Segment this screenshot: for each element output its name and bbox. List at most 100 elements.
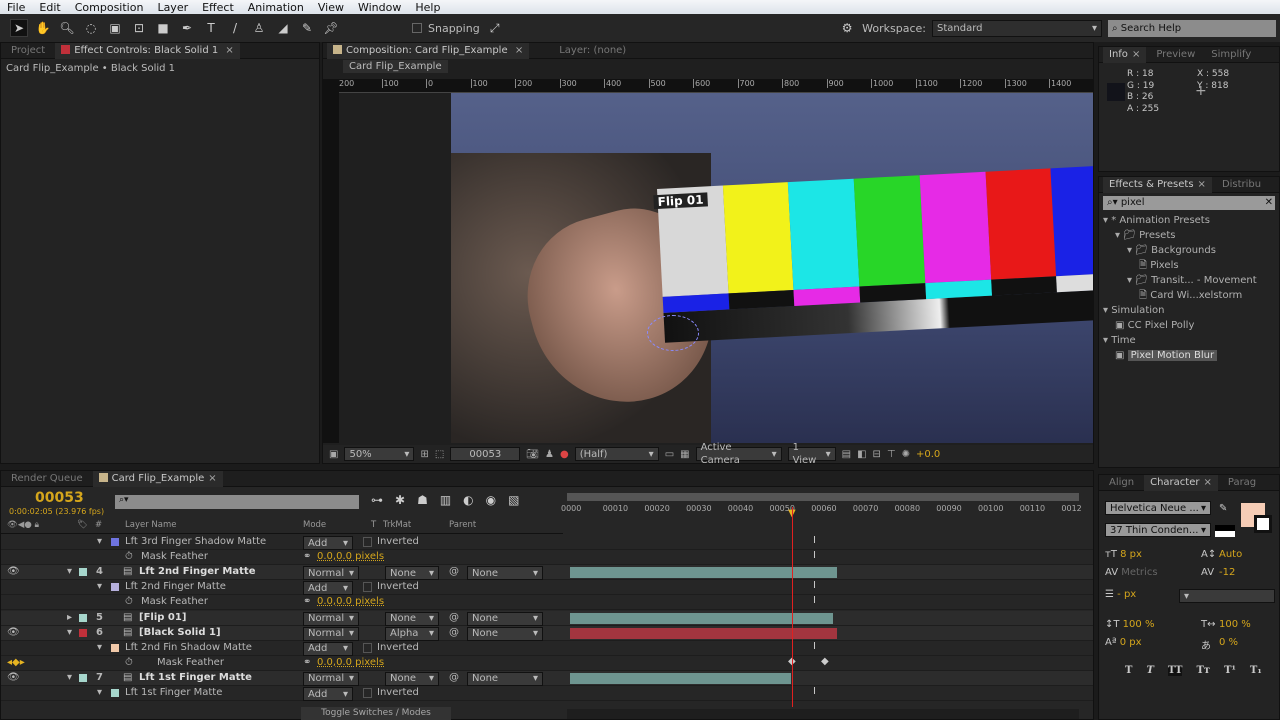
header-trkmat[interactable]: TrkMat <box>383 520 411 530</box>
mask-mode-dropdown[interactable]: Add ▾ <box>303 641 353 656</box>
channels-icon[interactable]: ● <box>560 449 569 460</box>
roto-brush-tool-icon[interactable]: ✎ <box>298 19 316 37</box>
effects-search-input[interactable]: ⌕▾ pixel ✕ <box>1103 196 1275 210</box>
search-help-input[interactable]: ⌕ Search Help <box>1108 19 1276 37</box>
eraser-tool-icon[interactable]: ◢ <box>274 19 292 37</box>
mask-color[interactable] <box>111 583 119 592</box>
close-icon[interactable]: × <box>1198 179 1206 190</box>
parent-dropdown[interactable]: None ▾ <box>467 671 543 686</box>
mask-color[interactable] <box>111 689 119 697</box>
close-icon[interactable]: × <box>1132 49 1140 60</box>
tab-timeline-comp[interactable]: Card Flip_Example × <box>92 470 223 487</box>
exposure-icon[interactable]: ✺ <box>902 449 910 460</box>
snapping-checkbox[interactable] <box>412 23 422 33</box>
tab-paragraph[interactable]: Parag <box>1222 475 1262 491</box>
toggle-pixel-aspect-icon[interactable]: ▤ <box>842 449 851 460</box>
mask-name[interactable]: Lft 3rd Finger Shadow Matte <box>125 536 266 547</box>
parent-dropdown[interactable]: None ▾ <box>467 626 543 641</box>
inverted-checkbox[interactable] <box>363 582 372 593</box>
effects-tree-item[interactable]: ▾ Simulation <box>1099 303 1279 318</box>
zoom-tool-icon[interactable]: 🔍︎ <box>58 19 76 37</box>
label-color[interactable] <box>79 628 87 637</box>
tsume-value[interactable]: 0 % <box>1219 637 1238 648</box>
all-caps-button[interactable]: TT <box>1167 665 1183 676</box>
eye-icon[interactable]: 👁︎ <box>7 566 20 577</box>
eye-icon[interactable]: 👁︎ <box>7 672 20 683</box>
layer-row[interactable]: ▸ 5 ▤ [Flip 01] Normal ▾ None ▾ @ None ▾ <box>1 610 1093 626</box>
layer-row[interactable]: ⏱ Mask Feather ⚭ 0.0,0.0 pixels I <box>1 595 1093 611</box>
effects-tree-item[interactable]: ▾ 📁︎ Transit... - Movement <box>1099 273 1279 288</box>
toggle-switches-modes-button[interactable]: Toggle Switches / Modes <box>301 707 451 720</box>
leading-value[interactable]: Auto <box>1219 549 1242 560</box>
twirl-icon[interactable]: ▾ <box>97 536 102 547</box>
menu-edit[interactable]: Edit <box>32 1 67 14</box>
tab-distribute[interactable]: Distribu <box>1216 177 1267 193</box>
layer-name[interactable]: [Flip 01] <box>139 612 186 623</box>
timeline-timecode[interactable]: 00053 <box>35 490 84 506</box>
menu-animation[interactable]: Animation <box>241 1 311 14</box>
eye-icon[interactable]: 👁︎ <box>7 627 20 638</box>
magnification-dropdown[interactable]: 50% ▾ <box>344 447 415 461</box>
rectangle-tool-icon[interactable]: ■ <box>154 19 172 37</box>
header-parent[interactable]: Parent <box>449 520 476 530</box>
mask-mode-dropdown[interactable]: Add ▾ <box>303 581 353 596</box>
vertical-scale-value[interactable]: 100 % <box>1123 619 1155 630</box>
layer-row[interactable]: ▾ Lft 2nd Finger Matte Add ▾ Inverted I <box>1 580 1093 596</box>
black-white-swatch[interactable] <box>1215 525 1235 537</box>
mask-color[interactable] <box>111 643 119 652</box>
mask-mode-dropdown[interactable]: Add ▾ <box>303 536 353 550</box>
clear-search-icon[interactable]: ✕ <box>1265 196 1273 210</box>
puppet-pin-tool-icon[interactable]: 📌︎ <box>322 19 340 37</box>
tab-render-queue[interactable]: Render Queue <box>5 471 89 487</box>
shy-layers-icon[interactable]: ☗ <box>417 493 428 507</box>
mask-mode-dropdown[interactable]: Add ▾ <box>303 687 353 701</box>
font-size-value[interactable]: 8 px <box>1120 549 1142 560</box>
draft-3d-icon[interactable]: ✱ <box>395 493 405 507</box>
property-value[interactable]: 0.0,0.0 pixels <box>317 596 384 607</box>
twirl-icon[interactable]: ▾ <box>67 566 72 577</box>
vertical-ruler[interactable] <box>323 79 339 443</box>
trkmat-dropdown[interactable]: None ▾ <box>385 611 439 626</box>
motion-blur-icon[interactable]: ◐ <box>463 493 473 507</box>
menu-help[interactable]: Help <box>408 1 447 14</box>
menu-layer[interactable]: Layer <box>150 1 195 14</box>
time-ruler[interactable]: 0000 00010 00020 00030 00040 00050 00060 00070 0… <box>561 502 1082 520</box>
header-layer-name[interactable]: Layer Name <box>125 520 176 530</box>
trkmat-dropdown[interactable]: Alpha ▾ <box>385 626 439 641</box>
parent-dropdown[interactable]: None ▾ <box>467 611 543 626</box>
menu-window[interactable]: Window <box>351 1 408 14</box>
layer-name[interactable]: Lft 1st Finger Matte <box>139 672 252 683</box>
effects-tree-item[interactable]: ▾ 📁︎ Presets <box>1099 228 1279 243</box>
stroke-type-dropdown[interactable]: ▾ <box>1179 589 1275 603</box>
effects-tree-item[interactable]: ▾ Time <box>1099 333 1279 348</box>
layer-duration-bar[interactable] <box>570 612 833 624</box>
effects-tree-item[interactable]: ▾ * Animation Presets <box>1099 213 1279 228</box>
brush-tool-icon[interactable]: / <box>226 19 244 37</box>
keyframe[interactable]: ◆ <box>821 656 829 667</box>
mask-color[interactable] <box>111 538 119 546</box>
camera-tool-icon[interactable]: ▣ <box>106 19 124 37</box>
menu-composition[interactable]: Composition <box>68 1 151 14</box>
hand-tool-icon[interactable]: ✋ <box>34 19 52 37</box>
resolution-dropdown[interactable]: (Half) ▾ <box>574 447 659 461</box>
kerning-value[interactable]: Metrics <box>1121 567 1157 578</box>
stopwatch-icon[interactable]: ⏱ <box>125 657 133 668</box>
snap-icon[interactable]: ⤢ <box>486 19 504 37</box>
stroke-width-value[interactable]: - px <box>1117 589 1136 600</box>
stroke-color-swatch[interactable] <box>1254 515 1272 533</box>
font-family-dropdown[interactable]: Helvetica Neue ... ▾ <box>1105 501 1211 515</box>
always-preview-icon[interactable]: ▣ <box>329 449 338 460</box>
horizontal-scale-value[interactable]: 100 % <box>1219 619 1251 630</box>
composition-viewer[interactable]: Flip 01 <box>451 93 1093 443</box>
pan-behind-tool-icon[interactable]: ⊡ <box>130 19 148 37</box>
current-time-indicator[interactable] <box>792 507 793 707</box>
effects-tree-item[interactable]: 🗎 Card Wi...xelstorm <box>1099 288 1279 303</box>
flowchart-icon[interactable]: ⊤ <box>887 449 896 460</box>
faux-italic-button[interactable]: T <box>1146 665 1153 676</box>
mask-path[interactable] <box>647 315 699 351</box>
comp-flowchart-tab[interactable]: Card Flip_Example <box>343 60 448 73</box>
timeline-search-input[interactable]: ⌕▾ <box>115 495 359 509</box>
pickwhip-icon[interactable]: @ <box>449 627 459 638</box>
menu-view[interactable]: View <box>311 1 351 14</box>
view-layout-dropdown[interactable]: 1 View ▾ <box>787 442 836 466</box>
